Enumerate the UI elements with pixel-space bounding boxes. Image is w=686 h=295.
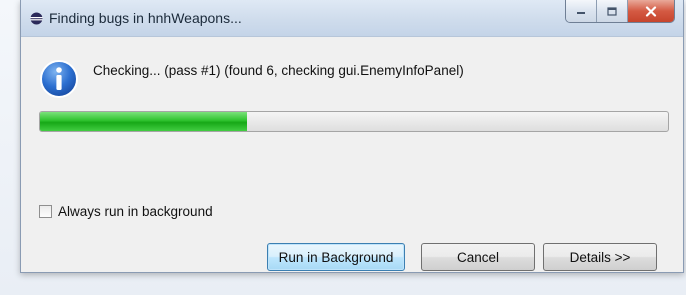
minimize-button[interactable] [566, 0, 597, 22]
always-background-option[interactable]: Always run in background [39, 204, 213, 219]
info-icon [40, 60, 78, 98]
details-button[interactable]: Details >> [543, 243, 657, 271]
maximize-icon [607, 6, 617, 16]
run-in-background-button[interactable]: Run in Background [267, 243, 405, 271]
progress-bar-fill [40, 112, 248, 131]
minimize-icon [577, 12, 585, 14]
always-background-checkbox[interactable] [39, 205, 52, 218]
window-controls [565, 0, 675, 23]
cancel-button[interactable]: Cancel [421, 243, 535, 271]
title-bar[interactable]: Finding bugs in hnhWeapons... [21, 0, 683, 37]
always-background-label[interactable]: Always run in background [58, 204, 213, 219]
close-icon [645, 5, 657, 17]
maximize-button[interactable] [597, 0, 628, 22]
progress-dialog: Finding bugs in hnhWeapons... Checking..… [20, 0, 684, 273]
progress-bar [39, 111, 669, 132]
close-button[interactable] [628, 0, 674, 22]
desktop-background: Finding bugs in hnhWeapons... Checking..… [0, 0, 686, 295]
window-title: Finding bugs in hnhWeapons... [49, 10, 242, 26]
eclipse-app-icon [30, 12, 43, 25]
dialog-body: Checking... (pass #1) (found 6, checking… [21, 37, 683, 272]
status-message: Checking... (pass #1) (found 6, checking… [93, 63, 464, 78]
